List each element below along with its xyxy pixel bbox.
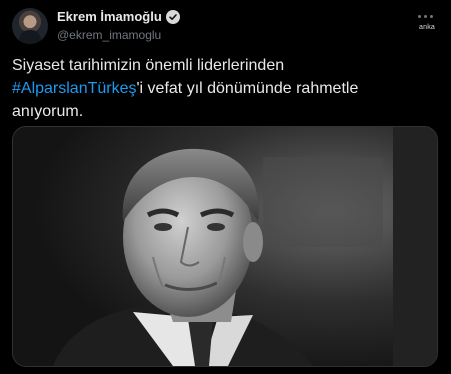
tweet-text: Siyaset tarihimizin önemli liderlerinden… xyxy=(12,54,432,123)
tweet-line-3: anıyorum. xyxy=(12,103,84,120)
author-handle[interactable]: @ekrem_imamoglu xyxy=(57,28,161,42)
watermark: anka xyxy=(419,24,435,31)
hashtag-link[interactable]: #AlparslanTürkeş xyxy=(12,80,137,97)
tweet-line-1: Siyaset tarihimizin önemli liderlerinden xyxy=(12,57,285,74)
tweet-photo[interactable] xyxy=(12,126,438,367)
tweet-line-2: #AlparslanTürkeş'i vefat yıl dönümünde r… xyxy=(12,77,432,100)
verified-badge-icon xyxy=(165,9,180,24)
tweet-line-2-rest: 'i vefat yıl dönümünde rahmetle xyxy=(136,80,359,97)
more-options-icon[interactable] xyxy=(413,6,437,26)
author-row: Ekrem İmamoğlu xyxy=(57,9,180,24)
avatar[interactable] xyxy=(12,8,48,44)
author-name[interactable]: Ekrem İmamoğlu xyxy=(57,9,162,24)
portrait-photo xyxy=(13,127,437,366)
